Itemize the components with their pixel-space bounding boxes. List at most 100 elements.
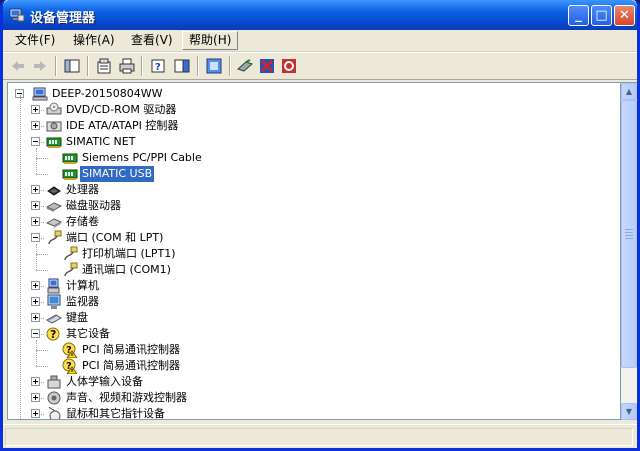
tree-item-4[interactable]: SIMATIC USB	[48, 165, 408, 183]
tree-item-label: SIMATIC USB	[78, 165, 156, 183]
tree-item-label: 键盘	[66, 311, 88, 324]
minimize-button[interactable]: _	[568, 5, 589, 26]
tree-item-13[interactable]: 键盘	[28, 310, 388, 326]
tree-connector	[36, 350, 48, 351]
toolbar-separator	[87, 56, 89, 76]
tree-item-5[interactable]: 处理器	[28, 182, 388, 198]
toolbar-separator	[55, 56, 57, 76]
title-bar[interactable]: 设备管理器 _ □ ✕	[3, 0, 637, 30]
tree-item-label: 磁盘驱动器	[66, 199, 121, 212]
expand-toggle[interactable]	[31, 393, 40, 402]
tree-item-14[interactable]: ? 其它设备	[28, 326, 388, 342]
expand-toggle[interactable]	[31, 297, 40, 306]
expand-toggle[interactable]	[31, 121, 40, 130]
tree-item-0[interactable]: DVD/CD-ROM 驱动器	[28, 102, 388, 118]
tree-item-19[interactable]: 鼠标和其它指针设备	[28, 406, 388, 419]
expand-toggle[interactable]	[31, 313, 40, 322]
tree-item-15[interactable]: ? PCI 简易通讯控制器	[48, 342, 408, 358]
tree-item-label: 端口 (COM 和 LPT)	[66, 231, 164, 244]
collapse-toggle[interactable]	[31, 233, 40, 242]
tree-item-label: SIMATIC NET	[66, 135, 136, 148]
tree-item-label: 人体学输入设备	[66, 375, 143, 388]
print-icon[interactable]	[118, 57, 136, 75]
toolbar-separator	[229, 56, 231, 76]
menu-action[interactable]: 操作(A)	[67, 32, 121, 49]
close-icon: ✕	[619, 8, 630, 23]
tree-item-label: IDE ATA/ATAPI 控制器	[66, 119, 179, 132]
scrollbar-thumb[interactable]	[621, 100, 637, 368]
ide-controller-icon	[46, 121, 62, 132]
menu-view[interactable]: 查看(V)	[125, 32, 179, 49]
expand-toggle[interactable]	[31, 281, 40, 290]
vertical-scrollbar[interactable]: ▲ ▼	[621, 82, 637, 420]
menu-help[interactable]: 帮助(H)	[182, 31, 239, 50]
help-icon[interactable]: ?	[149, 57, 167, 75]
show-hide-icon[interactable]	[173, 57, 191, 75]
close-button[interactable]: ✕	[614, 5, 635, 26]
tree-item-2[interactable]: SIMATIC NET	[28, 134, 388, 150]
unknown-device-icon: ?	[46, 327, 60, 341]
sound-icon	[47, 391, 61, 405]
tree-item-16[interactable]: ? PCI 简易通讯控制器	[48, 358, 408, 374]
tree-item-8[interactable]: 端口 (COM 和 LPT)	[28, 230, 388, 246]
collapse-toggle[interactable]	[31, 137, 40, 146]
properties-icon[interactable]	[95, 57, 113, 75]
minimize-icon: _	[575, 8, 582, 23]
status-pane	[5, 428, 633, 446]
tree-item-3[interactable]: Siemens PC/PPI Cable	[48, 150, 408, 166]
tree-item-18[interactable]: 声音、视频和游戏控制器	[28, 390, 388, 406]
uninstall-icon[interactable]	[258, 57, 276, 75]
expand-toggle[interactable]	[31, 377, 40, 386]
console-tree-icon[interactable]	[63, 57, 81, 75]
expand-toggle[interactable]	[31, 217, 40, 226]
network-card-icon	[46, 137, 62, 148]
menu-file[interactable]: 文件(F)	[9, 32, 61, 49]
back-icon[interactable]	[9, 57, 27, 75]
menu-label: 操作	[73, 33, 98, 47]
scroll-up-button[interactable]: ▲	[621, 83, 637, 100]
tree-item-1[interactable]: IDE ATA/ATAPI 控制器	[28, 118, 388, 134]
tree-item-6[interactable]: 磁盘驱动器	[28, 198, 388, 214]
computer-icon	[32, 87, 48, 101]
tree-item-label: DVD/CD-ROM 驱动器	[66, 103, 177, 116]
disable-icon[interactable]	[280, 57, 298, 75]
network-card-icon	[62, 169, 78, 180]
processor-icon	[47, 186, 61, 196]
collapse-toggle[interactable]	[31, 329, 40, 338]
update-driver-icon[interactable]	[236, 57, 254, 75]
monitor-icon	[47, 294, 61, 309]
tree-branch-line	[36, 244, 37, 270]
scan-hardware-icon[interactable]	[205, 57, 223, 75]
expand-toggle[interactable]	[31, 201, 40, 210]
menu-accelerator: (V)	[155, 33, 173, 47]
scroll-down-button[interactable]: ▼	[621, 403, 637, 420]
tree-connector	[36, 270, 48, 271]
device-tree[interactable]: DEEP-20150804WW DVD/CD-ROM 驱动器 IDE ATA/A…	[7, 82, 621, 420]
maximize-button[interactable]: □	[591, 5, 612, 26]
tree-branch-line	[36, 340, 37, 366]
tree-item-10[interactable]: 通讯端口 (COM1)	[48, 262, 408, 278]
tree-item-label: 监视器	[66, 295, 99, 308]
menu-label: 文件	[15, 33, 40, 47]
tree-item-label: 通讯端口 (COM1)	[82, 263, 171, 276]
expand-toggle[interactable]	[31, 409, 40, 418]
tree-item-11[interactable]: 计算机	[28, 278, 388, 294]
storage-volume-icon	[46, 218, 62, 228]
thumb-grip	[625, 232, 633, 233]
svg-text:?: ?	[155, 62, 161, 73]
tree-item-9[interactable]: 打印机端口 (LPT1)	[48, 246, 408, 262]
expand-toggle[interactable]	[31, 185, 40, 194]
forward-icon[interactable]	[31, 57, 49, 75]
expand-toggle[interactable]	[31, 105, 40, 114]
tree-item-label: 计算机	[66, 279, 99, 292]
tree-item-label: PCI 简易通讯控制器	[82, 359, 181, 372]
unknown-device-warning-icon: ?	[62, 358, 78, 374]
tree-item-17[interactable]: 人体学输入设备	[28, 374, 388, 390]
tree-item-12[interactable]: 监视器	[28, 294, 388, 310]
hid-icon	[47, 375, 61, 389]
tree-item-7[interactable]: 存储卷	[28, 214, 388, 230]
tree-item-label: PCI 简易通讯控制器	[82, 343, 181, 356]
tree-root[interactable]: DEEP-20150804WW	[12, 86, 312, 102]
tree-connector	[36, 158, 48, 159]
menu-accelerator: (F)	[39, 33, 56, 47]
